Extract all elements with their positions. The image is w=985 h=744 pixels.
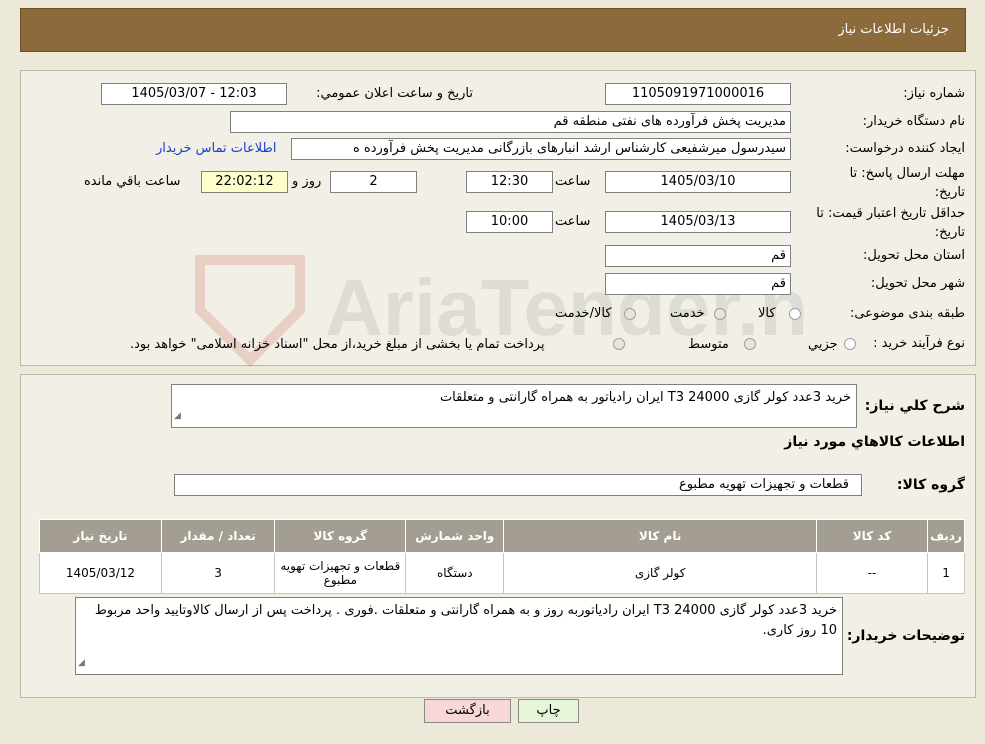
category-option-goods: کالا: [758, 306, 776, 321]
resize-grip-icon[interactable]: ◢: [174, 406, 181, 426]
col-item-code: كد كالا: [815, 519, 929, 553]
requester-field: سیدرسول میرشفیعی کارشناس ارشد انبارهای ب…: [291, 138, 791, 160]
remaining-time-label: ساعت باقي مانده: [84, 174, 181, 189]
goods-group-field: قطعات و تجهیزات تهویه مطبوع: [174, 474, 862, 496]
goods-table: رديف كد كالا نام كالا واحد شمارش گروه كا…: [39, 519, 965, 594]
cell-row-number: 1: [927, 552, 965, 594]
city-field: قم: [605, 273, 791, 295]
category-radio-goods[interactable]: [789, 308, 801, 320]
col-unit: واحد شمارش: [405, 519, 505, 553]
requester-label: ايجاد كننده درخواست:: [845, 141, 965, 156]
col-item-group: گروه كالا: [274, 519, 407, 553]
page-header: جزئیات اطلاعات نیاز: [20, 8, 966, 52]
category-option-service: خدمت: [670, 306, 705, 321]
process-option-minor: جزیي: [808, 337, 838, 352]
category-label: طبقه بندی موضوعی:: [849, 306, 965, 321]
process-option-medium: متوسط: [688, 337, 729, 352]
cell-quantity: 3: [160, 552, 276, 594]
page-title: جزئیات اطلاعات نیاز: [838, 22, 949, 37]
purchase-process-label: نوع فرآيند خريد :: [873, 336, 965, 351]
days-remaining-field: 2: [330, 171, 417, 193]
col-item-name: نام كالا: [503, 519, 817, 553]
process-radio-medium[interactable]: [744, 338, 756, 350]
city-label: شهر محل تحويل:: [870, 276, 965, 291]
buyer-notes-textarea[interactable]: خرید 3عدد کولر گازی 24000 T3 ایران رادیا…: [75, 597, 843, 675]
price-validity-time-field: 10:00: [466, 211, 553, 233]
summary-textarea[interactable]: خرید 3عدد کولر گازی 24000 T3 ایران رادیا…: [171, 384, 857, 428]
announce-datetime-label: تاريخ و ساعت اعلان عمومي:: [316, 86, 473, 101]
price-validity-time-label: ساعت: [555, 214, 591, 229]
cell-unit: دستگاه: [405, 552, 505, 594]
goods-info-title: اطلاعات كالاهاي مورد نياز: [784, 434, 965, 450]
table-header-row: رديف كد كالا نام كالا واحد شمارش گروه كا…: [39, 519, 965, 553]
deadline-date-field: 1405/03/10: [605, 171, 791, 193]
price-validity-date-field: 1405/03/13: [605, 211, 791, 233]
category-option-goods-service: کالا/خدمت: [555, 306, 612, 321]
col-need-date: تاريخ نياز: [39, 519, 162, 553]
deadline-time-label: ساعت: [555, 174, 591, 189]
need-number-field: 1105091971000016: [605, 83, 791, 105]
province-label: استان محل تحويل:: [863, 248, 965, 263]
price-validity-label-date: تاريخ:: [934, 225, 965, 240]
cell-need-date: 1405/03/12: [39, 552, 162, 594]
cell-item-name: کولر گازی: [503, 552, 817, 594]
category-radio-goods-service[interactable]: [624, 308, 636, 320]
cell-item-code: --: [815, 552, 929, 594]
process-note: پرداخت تمام یا بخشی از مبلغ خرید،از محل …: [130, 337, 545, 352]
buyer-contact-link[interactable]: اطلاعات تماس خریدار: [156, 141, 276, 156]
resize-grip-icon[interactable]: ◢: [78, 653, 85, 673]
process-radio-minor[interactable]: [844, 338, 856, 350]
back-button[interactable]: بازگشت: [424, 699, 511, 723]
days-label: روز و: [292, 174, 322, 189]
print-button[interactable]: چاپ: [518, 699, 579, 723]
province-field: قم: [605, 245, 791, 267]
need-number-label: شماره نياز:: [903, 86, 965, 101]
deadline-time-field: 12:30: [466, 171, 553, 193]
goods-group-label: گروه كالا:: [896, 477, 965, 493]
summary-label: شرح كلي نياز:: [864, 398, 965, 414]
price-validity-label: حداقل تاريخ اعتبار قيمت: تا: [816, 206, 965, 221]
buyer-notes-text: خرید 3عدد کولر گازی 24000 T3 ایران رادیا…: [94, 603, 837, 638]
buyer-notes-label: توضيحات خريدار:: [846, 628, 965, 644]
col-quantity: تعداد / مقدار: [160, 519, 276, 553]
process-checkbox-treasury[interactable]: [613, 338, 625, 350]
cell-item-group: قطعات و تجهیزات تهویه مطبوع: [274, 552, 407, 594]
announce-datetime-field: 1405/03/07 - 12:03: [101, 83, 287, 105]
summary-text: خرید 3عدد کولر گازی 24000 T3 ایران رادیا…: [439, 390, 851, 405]
col-row-number: رديف: [927, 519, 965, 553]
category-radio-service[interactable]: [714, 308, 726, 320]
buyer-org-field: مدیریت پخش فرآورده های نفتی منطقه قم: [230, 111, 791, 133]
buyer-org-label: نام دستگاه خريدار:: [862, 114, 965, 129]
table-row: 1 -- کولر گازی دستگاه قطعات و تجهیزات ته…: [39, 552, 965, 594]
remaining-time-field: 22:02:12: [201, 171, 288, 193]
deadline-label: مهلت ارسال پاسخ: تا: [849, 166, 965, 181]
deadline-label-date: تاريخ:: [934, 185, 965, 200]
